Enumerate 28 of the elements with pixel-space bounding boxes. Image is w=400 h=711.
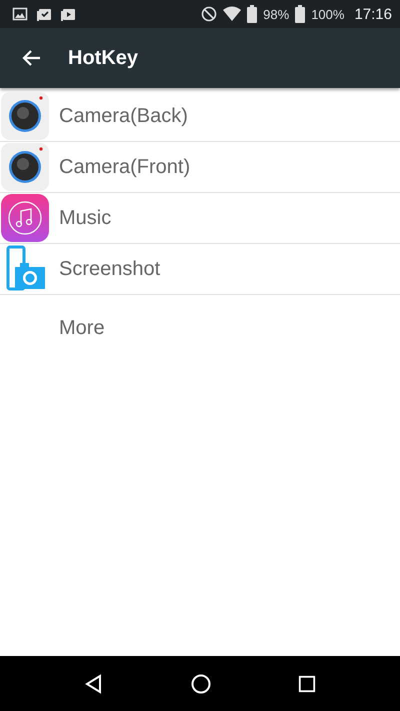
- hotkey-item[interactable]: Music: [0, 193, 400, 244]
- clipboard-play-icon: [60, 6, 76, 22]
- music-note-icon: [1, 194, 49, 242]
- recent-apps-icon[interactable]: [298, 674, 316, 692]
- battery-percent: 100%: [311, 6, 344, 22]
- clock: 17:16: [354, 6, 392, 22]
- hotkey-item[interactable]: Camera(Back): [0, 91, 400, 142]
- battery-icon: [247, 5, 258, 23]
- camera-lens-icon: [1, 92, 49, 140]
- do-not-disturb-icon: [201, 6, 218, 22]
- item-label: Music: [59, 206, 112, 230]
- back-icon[interactable]: [84, 674, 104, 694]
- wifi-icon: [223, 6, 242, 22]
- home-icon[interactable]: [190, 674, 211, 694]
- hotkey-item[interactable]: Camera(Front): [0, 142, 400, 193]
- hotkey-item[interactable]: More: [0, 295, 400, 361]
- hotkey-item[interactable]: Screenshot: [0, 244, 400, 295]
- item-label: Screenshot: [59, 258, 160, 280]
- item-label: Camera(Back): [59, 104, 188, 128]
- screen-title: HotKey: [68, 46, 138, 70]
- battery-icon: [295, 5, 306, 23]
- camera-lens-icon: [1, 143, 49, 191]
- item-label: More: [59, 316, 105, 340]
- item-label: Camera(Front): [59, 156, 190, 178]
- back-arrow-icon[interactable]: [22, 48, 42, 68]
- clipboard-check-icon: [36, 6, 52, 22]
- battery-percent: 98%: [263, 6, 290, 22]
- image-icon: [12, 6, 28, 22]
